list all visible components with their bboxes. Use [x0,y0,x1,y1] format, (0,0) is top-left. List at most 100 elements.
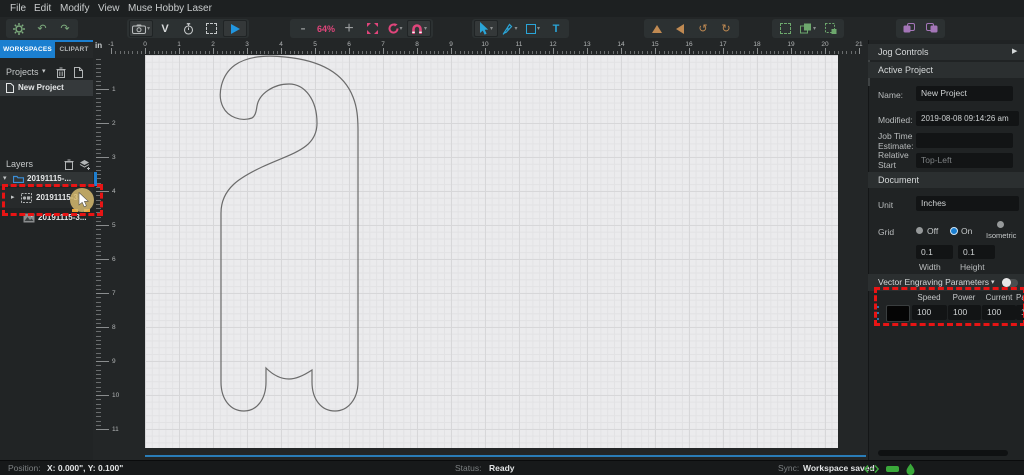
project-name-input[interactable]: New Project [916,86,1013,101]
layer-order-button[interactable]: ▾ [797,20,819,37]
select-all-button[interactable] [774,20,796,37]
h-ruler-minor-tick [608,51,609,54]
h-ruler-tick [111,48,112,54]
trash-icon[interactable] [56,67,66,78]
canvas-horizontal-scrollbar[interactable] [145,455,866,457]
undo-button[interactable]: ↶ [31,20,53,37]
snap-button[interactable]: ▾ [407,20,431,37]
door-hanger-shape[interactable] [145,55,838,448]
undo-icon: ↶ [37,22,46,35]
h-ruler-minor-tick [783,51,784,54]
v-ruler-tick [96,123,109,124]
h-ruler-minor-tick [426,51,427,54]
design-canvas[interactable] [145,55,838,448]
select-tool-button[interactable]: ▾ [474,20,498,37]
v-ruler-minor-tick [96,85,101,86]
h-ruler-minor-tick [761,51,762,54]
menu-modify[interactable]: Modify [60,0,89,17]
grid-label: Grid [878,227,894,237]
unit-select[interactable]: Inches [916,196,1019,211]
flip-vertical-button[interactable] [646,20,668,37]
h-ruler-minor-tick [613,51,614,54]
h-ruler-minor-tick [719,51,720,54]
document-header[interactable]: Document [868,172,1024,188]
v-ruler-number: 8 [112,324,116,331]
redo-button[interactable]: ↷ [54,20,76,37]
trash-icon[interactable] [64,159,74,170]
project-item-new-project[interactable]: New Project [0,80,93,96]
horizontal-ruler: -10123456789101112131415161718192021 [93,41,868,55]
v-ruler-minor-tick [96,336,101,337]
v-ruler-minor-tick [96,399,101,400]
chevron-down-icon: ▾ [490,25,493,32]
zoom-level: 64% [315,20,337,37]
subtract-shapes-button[interactable] [921,20,943,37]
group-objects-button[interactable] [820,20,842,37]
pen-tool-button[interactable]: ▾ [499,20,521,37]
v-ruler-number: 3 [112,154,116,161]
grid-height-input[interactable]: 0.1 [958,245,995,259]
h-ruler-minor-tick [532,51,533,54]
rotate-cw-button[interactable]: ↻ [715,20,737,37]
start-position-select[interactable]: Top-Left [916,153,1013,168]
tab-clipart[interactable]: CLIPART [55,42,93,58]
grid-width-input[interactable]: 0.1 [916,245,953,259]
shape-tool-button[interactable]: ▾ [522,20,544,37]
tab-workspaces[interactable]: WORKSPACES [0,42,55,58]
h-ruler-tick [383,48,384,54]
h-ruler-number: 10 [477,41,493,48]
v-ruler-tick [96,157,109,158]
plus-icon: + [344,20,353,38]
h-ruler-minor-tick [294,51,295,54]
h-ruler-number: 8 [409,41,425,48]
chevron-down-icon[interactable]: ▾ [42,64,46,80]
v-ruler-minor-tick [96,272,101,273]
h-ruler-minor-tick [455,51,456,54]
add-layer-icon[interactable] [79,159,91,170]
new-project-icon[interactable] [74,67,83,78]
h-ruler-minor-tick [481,51,482,54]
h-ruler-minor-tick [817,51,818,54]
h-ruler-minor-tick [812,51,813,54]
camera-capture-button[interactable]: ▾ [129,20,153,37]
h-ruler-tick [655,48,656,54]
v-ruler-minor-tick [96,76,101,77]
menu-muse-hobby-laser[interactable]: Muse Hobby Laser [128,0,212,17]
grid-isometric-radio[interactable] [997,221,1004,228]
h-ruler-minor-tick [562,51,563,54]
text-tool-button[interactable]: T [545,20,567,37]
h-ruler-minor-tick [264,51,265,54]
menu-file[interactable]: File [10,0,26,17]
menu-view[interactable]: View [98,0,120,17]
active-project-title: Active Project [878,62,933,78]
zoom-out-button[interactable]: - [292,20,314,37]
run-job-button[interactable] [223,20,247,37]
expand-right-icon[interactable]: ▶ [1012,44,1017,60]
layers-header-row: Layers [0,156,93,172]
toolbar: ↶ ↷ ▾ V - 64% + ▾ [0,17,1024,40]
vector-engraving-toggle[interactable] [1002,279,1018,287]
v-ruler-minor-tick [96,170,101,171]
vector-preview-button[interactable]: V [154,20,176,37]
h-ruler-minor-tick [774,51,775,54]
h-ruler-minor-tick [358,51,359,54]
menu-bar: File Edit Modify View Muse Hobby Laser [0,0,1024,17]
active-project-header[interactable]: Active Project [868,62,1024,78]
fit-to-view-button[interactable] [361,20,383,37]
v-ruler-minor-tick [96,314,101,315]
right-panel-horizontal-scrollbar[interactable] [878,450,1008,456]
zoom-in-button[interactable]: + [338,20,360,37]
grid-off-radio[interactable] [916,227,923,234]
h-ruler-tick [145,48,146,54]
grid-on-radio[interactable] [950,227,958,235]
weld-shapes-button[interactable] [898,20,920,37]
v-ruler-minor-tick [96,59,101,60]
job-timer-button[interactable] [177,20,199,37]
flip-horizontal-button[interactable] [669,20,691,37]
settings-button[interactable] [8,20,30,37]
menu-edit[interactable]: Edit [34,0,51,17]
jog-controls-header[interactable]: Jog Controls ▶ [868,44,1024,60]
frame-job-button[interactable] [200,20,222,37]
rotate-ccw-button[interactable]: ↺ [692,20,714,37]
rotate-view-button[interactable]: ▾ [384,20,406,37]
